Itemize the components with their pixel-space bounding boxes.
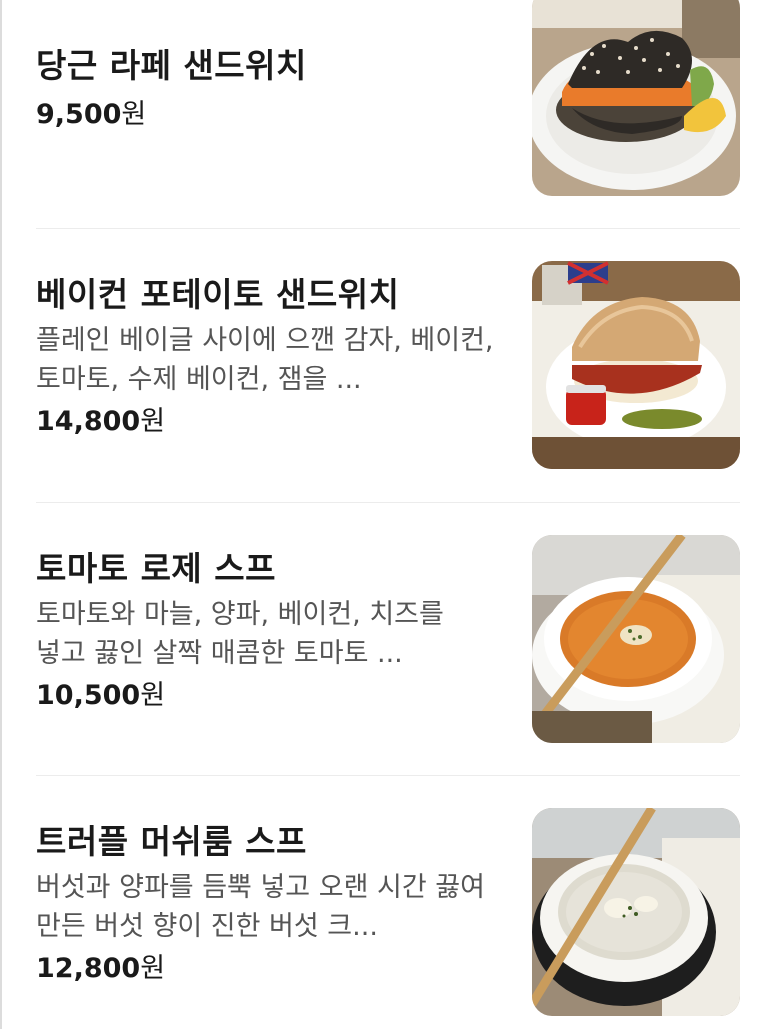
left-border [0,0,2,1029]
menu-item-photo[interactable] [532,0,740,196]
menu-item-text: 트러플 머쉬룸 스프 버섯과 양파를 듬뿍 넣고 오랜 시간 끓여 만든 버섯 … [36,820,506,993]
price-value: 9,500 [36,99,122,130]
menu-item-photo[interactable] [532,535,740,743]
menu-item-description: 플레인 베이글 사이에 으깬 감자, 베이컨, 토마토, 수제 베이컨, 잼을 … [36,325,494,395]
menu-item-mushroom-soup[interactable]: 트러플 머쉬룸 스프 버섯과 양파를 듬뿍 넣고 오랜 시간 끓여 만든 버섯 … [36,776,740,1029]
price-value: 10,500 [36,680,141,711]
tomato-soup-photo [532,535,740,743]
bacon-potato-sandwich-photo [532,261,740,469]
menu-item-tomato-soup[interactable]: 토마토 로제 스프 토마토와 마늘, 양파, 베이컨, 치즈를 넣고 끓인 살짝… [36,503,740,775]
menu-item-photo[interactable] [532,261,740,469]
price-value: 12,800 [36,953,141,984]
carrot-sandwich-photo [532,0,740,196]
price-currency: 원 [140,406,166,437]
menu-item-price: 12,800원 [36,948,506,993]
menu-item-price: 10,500원 [36,675,506,720]
menu-item-carrot-sandwich[interactable]: 당근 라페 샌드위치 9,500원 [36,0,740,228]
menu-item-description: 토마토와 마늘, 양파, 베이컨, 치즈를 넣고 끓인 살짝 매콤한 토마토 .… [36,599,444,669]
price-value: 14,800 [36,406,141,437]
menu-item-text: 베이컨 포테이토 샌드위치 플레인 베이글 사이에 으깬 감자, 베이컨, 토마… [36,273,506,446]
menu-item-bacon-potato-sandwich[interactable]: 베이컨 포테이토 샌드위치 플레인 베이글 사이에 으깬 감자, 베이컨, 토마… [36,229,740,502]
menu-item-name: 베이컨 포테이토 샌드위치 [36,275,400,314]
mushroom-soup-photo [532,808,740,1016]
menu-item-name: 당근 라페 샌드위치 [36,46,307,85]
menu-item-name: 트러플 머쉬룸 스프 [36,822,307,861]
menu-item-name: 토마토 로제 스프 [36,549,276,588]
price-currency: 원 [121,99,147,130]
price-currency: 원 [140,953,166,984]
menu-item-description: 버섯과 양파를 듬뿍 넣고 오랜 시간 끓여 만든 버섯 향이 진한 버섯 크.… [36,872,485,942]
price-currency: 원 [140,680,166,711]
menu-item-text: 당근 라페 샌드위치 9,500원 [36,44,506,139]
menu-item-price: 14,800원 [36,401,506,446]
menu-item-text: 토마토 로제 스프 토마토와 마늘, 양파, 베이컨, 치즈를 넣고 끓인 살짝… [36,547,506,720]
menu-item-photo[interactable] [532,808,740,1016]
menu-item-price: 9,500원 [36,94,506,139]
